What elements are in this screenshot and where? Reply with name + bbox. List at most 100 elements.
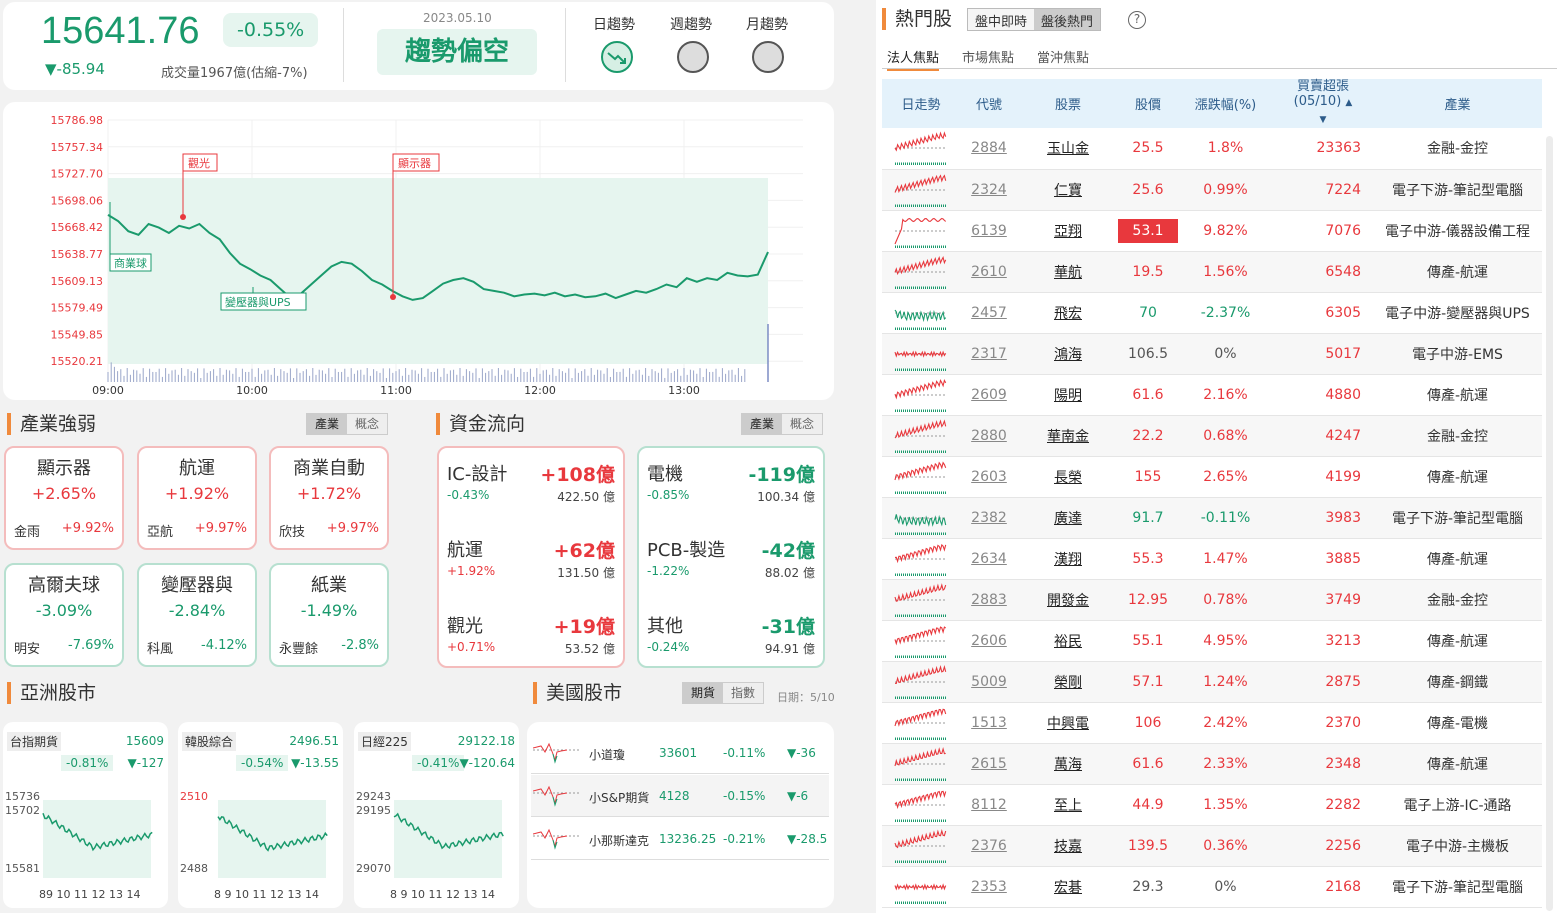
stock-name-link[interactable]: 玉山金	[1018, 128, 1118, 170]
flow-item[interactable]: PCB-製造 -42億 -1.22% 88.02 億	[647, 536, 815, 606]
table-row[interactable]: 6139 亞翔 53.1 9.82% 7076 電子中游-儀器設備工程	[882, 210, 1542, 252]
stock-name-link[interactable]: 至上	[1018, 784, 1118, 826]
tab-daytrade-focus[interactable]: 當沖焦點	[1037, 47, 1089, 66]
stock-code-link[interactable]: 2615	[960, 743, 1018, 785]
stock-code-link[interactable]: 2382	[960, 497, 1018, 539]
table-row[interactable]: 2457 飛宏 70 -2.37% 6305 電子中游-變壓器與UPS	[882, 292, 1542, 334]
stock-name-link[interactable]: 亞翔	[1018, 210, 1118, 252]
stock-name-link[interactable]: 仁寶	[1018, 169, 1118, 211]
toggle-industry[interactable]: 產業	[742, 414, 783, 434]
stock-code-link[interactable]: 5009	[960, 661, 1018, 703]
stock-name-link[interactable]: 長榮	[1018, 456, 1118, 498]
stock-code-link[interactable]: 2609	[960, 374, 1018, 416]
table-row[interactable]: 2634 漢翔 55.3 1.47% 3885 傳產-航運	[882, 538, 1542, 580]
tab-intraday[interactable]: 盤中即時	[968, 9, 1035, 30]
flow-item[interactable]: 其他 -31億 -0.24% 94.91 億	[647, 612, 815, 682]
stock-name-link[interactable]: 中興電	[1018, 702, 1118, 744]
asia-market-card[interactable]: 台指期貨 15609 -0.81% ▼-127 15736 15702 15581 89 10…	[3, 722, 168, 908]
industry-card[interactable]: 顯示器 +2.65% 金雨 +9.92%	[4, 446, 124, 550]
annotation-label[interactable]: 商業球	[114, 256, 147, 270]
help-icon[interactable]: ?	[1128, 11, 1146, 29]
us-market-row[interactable]: 小道瓊 33601 -0.11% ▼-36	[531, 732, 829, 774]
us-market-row[interactable]: 小S&P期貨 4128 -0.15% ▼-6	[531, 775, 829, 817]
table-row[interactable]: 2884 玉山金 25.5 1.8% 23363 金融-金控	[882, 128, 1542, 170]
us-market-row[interactable]: 小那斯達克 13236.25 -0.21% ▼-28.5	[531, 818, 829, 860]
stock-name-link[interactable]: 榮剛	[1018, 661, 1118, 703]
table-scrollbar[interactable]	[1546, 136, 1553, 911]
table-row[interactable]: 2880 華南金 22.2 0.68% 4247 金融-金控	[882, 415, 1542, 457]
stock-code-link[interactable]: 2606	[960, 620, 1018, 662]
stock-code-link[interactable]: 1513	[960, 702, 1018, 744]
asia-market-card[interactable]: 日經225 29122.18 -0.41% ▼-120.64 29243 29195 290…	[354, 722, 519, 908]
tab-day-trend[interactable]: 日趨勢	[593, 14, 635, 34]
tab-month-trend[interactable]: 月趨勢	[746, 14, 788, 34]
stock-code-link[interactable]: 2457	[960, 292, 1018, 334]
col-stock: 股票	[1018, 79, 1118, 128]
stock-name-link[interactable]: 陽明	[1018, 374, 1118, 416]
stock-name-link[interactable]: 萬海	[1018, 743, 1118, 785]
stock-name-link[interactable]: 宏碁	[1018, 866, 1118, 908]
industry-card[interactable]: 紙業 -1.49% 永豐餘 -2.8%	[269, 563, 389, 667]
table-row[interactable]: 2609 陽明 61.6 2.16% 4880 傳產-航運	[882, 374, 1542, 416]
col-code[interactable]: 代號	[960, 79, 1018, 128]
stock-name-link[interactable]: 華航	[1018, 251, 1118, 293]
table-row[interactable]: 5009 榮剛 57.1 1.24% 2875 傳產-鋼鐵	[882, 661, 1542, 703]
stock-code-link[interactable]: 2353	[960, 866, 1018, 908]
stock-code-link[interactable]: 2610	[960, 251, 1018, 293]
stock-code-link[interactable]: 2376	[960, 825, 1018, 867]
table-row[interactable]: 2615 萬海 61.6 2.33% 2348 傳產-航運	[882, 743, 1542, 785]
stock-code-link[interactable]: 2603	[960, 456, 1018, 498]
toggle-concept[interactable]: 概念	[347, 414, 387, 434]
table-row[interactable]: 2883 開發金 12.95 0.78% 3749 金融-金控	[882, 579, 1542, 621]
table-row[interactable]: 2603 長榮 155 2.65% 4199 傳產-航運	[882, 456, 1542, 498]
table-row[interactable]: 2317 鴻海 106.5 0% 5017 電子中游-EMS	[882, 333, 1542, 375]
stock-code-link[interactable]: 2634	[960, 538, 1018, 580]
table-row[interactable]: 2376 技嘉 139.5 0.36% 2256 電子中游-主機板	[882, 825, 1542, 867]
toggle-concept[interactable]: 概念	[782, 414, 822, 434]
stock-name-link[interactable]: 漢翔	[1018, 538, 1118, 580]
table-row[interactable]: 2610 華航 19.5 1.56% 6548 傳產-航運	[882, 251, 1542, 293]
tab-institutional[interactable]: 法人焦點	[887, 47, 940, 71]
toggle-industry[interactable]: 產業	[307, 414, 348, 434]
annotation-label[interactable]: 顯示器	[398, 157, 431, 170]
flow-pct: -0.85%	[647, 488, 690, 502]
annotation-label[interactable]: 觀光	[188, 156, 210, 170]
industry-card[interactable]: 航運 +1.92% 亞航 +9.97%	[137, 446, 257, 550]
stock-name-link[interactable]: 開發金	[1018, 579, 1118, 621]
tab-market-focus[interactable]: 市場焦點	[962, 47, 1014, 66]
annotation-label[interactable]: 變壓器與UPS	[225, 295, 291, 309]
stock-code-link[interactable]: 8112	[960, 784, 1018, 826]
stock-code-link[interactable]: 2880	[960, 415, 1018, 457]
stock-name-link[interactable]: 裕民	[1018, 620, 1118, 662]
stock-pct: -4.12%	[201, 638, 247, 653]
table-row[interactable]: 2606 裕民 55.1 4.95% 3213 傳產-航運	[882, 620, 1542, 662]
stock-code-link[interactable]: 6139	[960, 210, 1018, 252]
industry-card[interactable]: 變壓器與 -2.84% 科風 -4.12%	[137, 563, 257, 667]
flow-item[interactable]: IC-設計 +108億 -0.43% 422.50 億	[447, 460, 615, 530]
stock-name-link[interactable]: 飛宏	[1018, 292, 1118, 334]
stock-code-link[interactable]: 2884	[960, 128, 1018, 170]
toggle-index[interactable]: 指數	[723, 683, 763, 703]
tab-after-hours[interactable]: 盤後熱門	[1034, 9, 1101, 30]
stock-code-link[interactable]: 2317	[960, 333, 1018, 375]
flow-item[interactable]: 電機 -119億 -0.85% 100.34 億	[647, 460, 815, 530]
col-net-buy-sort[interactable]: 買賣超張 (05/10) ▲ ▼	[1273, 79, 1373, 128]
tab-week-trend[interactable]: 週趨勢	[670, 14, 712, 34]
table-row[interactable]: 2382 廣達 91.7 -0.11% 3983 電子下游-筆記型電腦	[882, 497, 1542, 539]
flow-item[interactable]: 航運 +62億 +1.92% 131.50 億	[447, 536, 615, 606]
flow-item[interactable]: 觀光 +19億 +0.71% 53.52 億	[447, 612, 615, 682]
stock-name-link[interactable]: 廣達	[1018, 497, 1118, 539]
table-row[interactable]: 2324 仁寶 25.6 0.99% 7224 電子下游-筆記型電腦	[882, 169, 1542, 211]
stock-name-link[interactable]: 技嘉	[1018, 825, 1118, 867]
stock-code-link[interactable]: 2324	[960, 169, 1018, 211]
toggle-futures[interactable]: 期貨	[683, 683, 724, 703]
stock-code-link[interactable]: 2883	[960, 579, 1018, 621]
table-row[interactable]: 1513 中興電 106 2.42% 2370 傳產-電機	[882, 702, 1542, 744]
stock-name-link[interactable]: 鴻海	[1018, 333, 1118, 375]
table-row[interactable]: 2353 宏碁 29.3 0% 2168 電子下游-筆記型電腦	[882, 866, 1542, 908]
stock-name-link[interactable]: 華南金	[1018, 415, 1118, 457]
asia-market-card[interactable]: 韓股綜合 2496.51 -0.54% ▼-13.55 2510 2488 8 9 10 1…	[178, 722, 343, 908]
industry-card[interactable]: 高爾夫球 -3.09% 明安 -7.69%	[4, 563, 124, 667]
industry-card[interactable]: 商業自動 +1.72% 欣技 +9.97%	[269, 446, 389, 550]
table-row[interactable]: 8112 至上 44.9 1.35% 2282 電子上游-IC-通路	[882, 784, 1542, 826]
